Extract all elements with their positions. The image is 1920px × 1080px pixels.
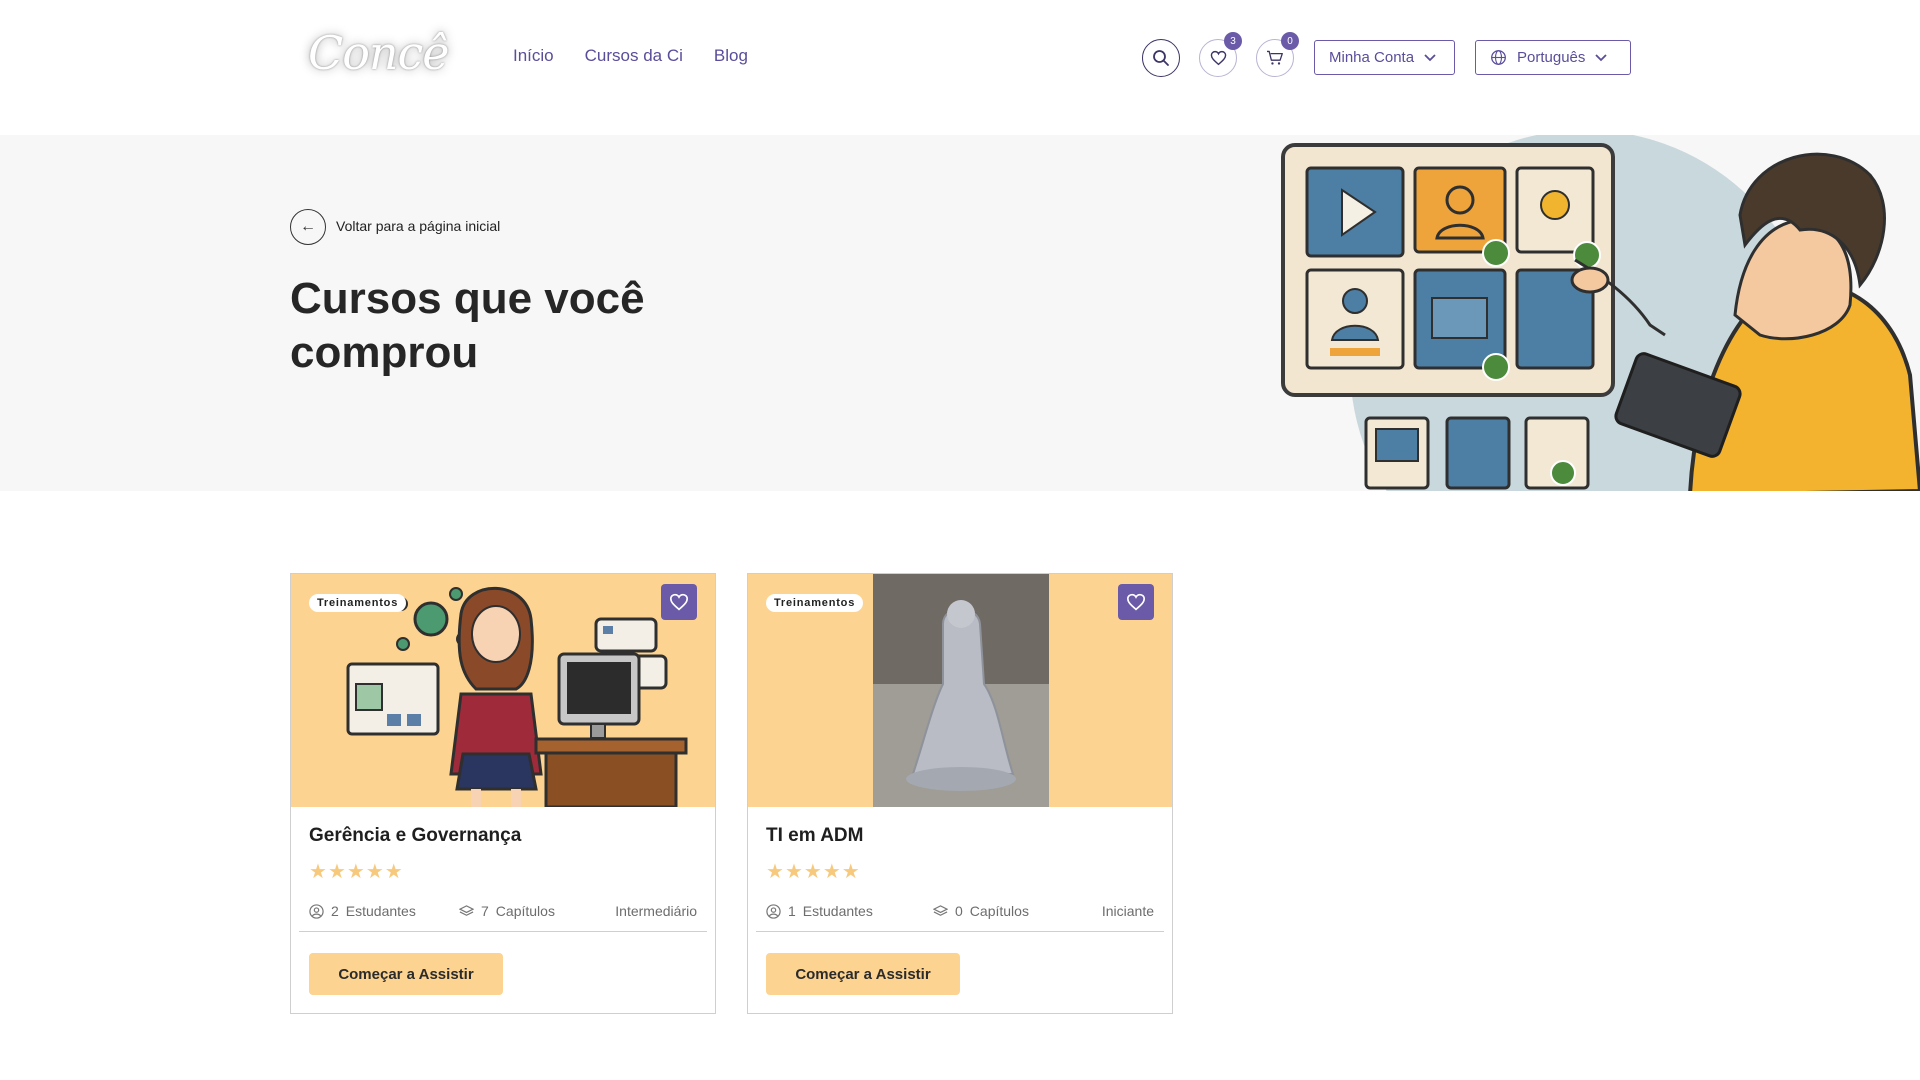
course-thumbnail[interactable]: Treinamentos: [748, 574, 1172, 807]
nav-link-inicio[interactable]: Início: [513, 46, 554, 66]
course-level: Iniciante: [1102, 903, 1154, 919]
favorite-button[interactable]: [1118, 584, 1154, 620]
star-icon: ★: [309, 861, 327, 883]
star-icon: ★: [784, 861, 803, 883]
layers-icon: [459, 904, 474, 916]
user-circle-icon: [309, 903, 324, 919]
start-watching-button[interactable]: Começar a Assistir: [309, 953, 503, 995]
chapters-count: 7 Capítulos: [459, 903, 555, 919]
star-icon: ★: [841, 861, 860, 883]
chapters-label: Capítulos: [495, 903, 555, 919]
globe-icon: [1491, 50, 1506, 65]
wishlist-button[interactable]: 3: [1199, 32, 1242, 77]
course-card[interactable]: Treinamentos Gerência e Governança ★ ★ ★…: [290, 573, 716, 1014]
star-icon: ★: [327, 861, 346, 883]
back-button[interactable]: ←: [290, 209, 326, 245]
course-title[interactable]: Gerência e Governança: [309, 825, 521, 847]
divider: [756, 931, 1164, 932]
start-watching-button[interactable]: Começar a Assistir: [766, 953, 960, 995]
main-nav: Início Cursos da Ci Blog: [513, 46, 748, 66]
chapters-label: Capítulos: [969, 903, 1029, 919]
user-circle-icon: [766, 903, 781, 919]
logo[interactable]: Concê: [300, 12, 450, 102]
star-icon: ★: [803, 861, 822, 883]
language-label: Português: [1517, 49, 1586, 66]
account-dropdown[interactable]: Minha Conta: [1314, 40, 1455, 75]
layers-icon: [933, 904, 948, 916]
favorite-button[interactable]: [661, 584, 697, 620]
rating-stars: ★ ★ ★ ★ ★: [766, 862, 860, 882]
search-icon: [1153, 50, 1169, 66]
star-icon: ★: [766, 861, 784, 883]
site-header: Concê Início Cursos da Ci Blog 3 0 Minha…: [0, 0, 1920, 135]
chevron-down-icon: [1595, 53, 1608, 61]
back-link[interactable]: Voltar para a página inicial: [336, 218, 500, 234]
students-count: 1 Estudantes: [766, 903, 873, 919]
students-label: Estudantes: [802, 903, 873, 919]
hero-illustration: [1281, 135, 1920, 491]
rating-stars: ★ ★ ★ ★ ★: [309, 862, 403, 882]
chapters-number: 0: [955, 903, 963, 919]
star-icon: ★: [384, 861, 403, 883]
students-count: 2 Estudantes: [309, 903, 416, 919]
divider: [299, 931, 707, 932]
account-label: Minha Conta: [1329, 49, 1415, 66]
cart-count-badge: 0: [1281, 32, 1299, 50]
students-label: Estudantes: [345, 903, 416, 919]
star-icon: ★: [822, 861, 841, 883]
star-icon: ★: [346, 861, 365, 883]
cart-icon: [1267, 50, 1283, 65]
wishlist-count-badge: 3: [1224, 32, 1242, 50]
chevron-down-icon: [1424, 53, 1436, 61]
level-label: Iniciante: [1101, 903, 1154, 919]
star-icon: ★: [365, 861, 384, 883]
heart-icon: [1210, 50, 1226, 66]
course-level: Intermediário: [615, 903, 697, 919]
chapters-number: 7: [481, 903, 489, 919]
search-button[interactable]: [1142, 39, 1180, 77]
logo-text: Concê: [308, 26, 450, 80]
arrow-left-icon: ←: [300, 218, 316, 235]
students-number: 1: [788, 903, 796, 919]
nav-link-blog[interactable]: Blog: [714, 46, 748, 66]
course-title[interactable]: TI em ADM: [766, 825, 863, 847]
course-category-tag: Treinamentos: [766, 594, 864, 612]
course-thumbnail[interactable]: Treinamentos: [291, 574, 715, 807]
students-number: 2: [331, 903, 339, 919]
course-card[interactable]: Treinamentos TI em ADM ★ ★ ★ ★ ★ 1 Estud…: [747, 573, 1173, 1014]
heart-icon: [1126, 593, 1146, 611]
hero-banner: ← Voltar para a página inicial Cursos qu…: [0, 135, 1920, 491]
level-label: Intermediário: [615, 903, 697, 919]
nav-link-cursos[interactable]: Cursos da Ci: [585, 46, 683, 66]
chapters-count: 0 Capítulos: [933, 903, 1029, 919]
page-title: Cursos que você comprou: [290, 274, 645, 377]
cart-button[interactable]: 0: [1256, 32, 1299, 77]
course-category-tag: Treinamentos: [309, 594, 407, 612]
language-dropdown[interactable]: Português: [1475, 40, 1631, 75]
heart-icon: [669, 593, 689, 611]
